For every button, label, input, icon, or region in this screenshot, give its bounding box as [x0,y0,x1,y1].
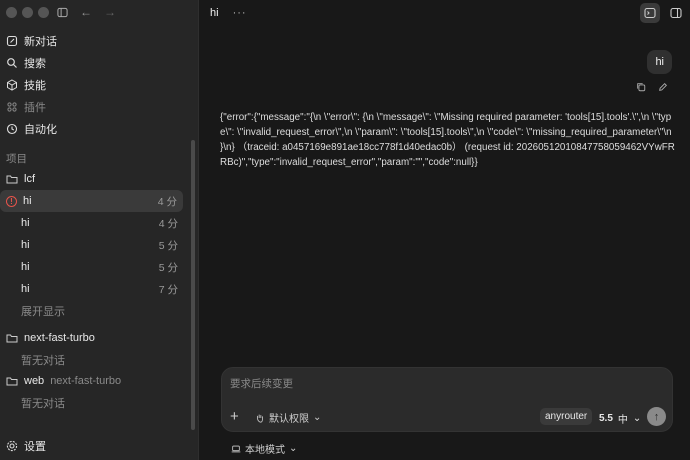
error-message: {"error":{"message":"{\n \"error\": {\n … [220,112,675,168]
thread-title: hi [21,217,30,229]
chevron-down-icon: ⌄ [313,412,322,423]
project-web-label: web [24,375,45,387]
edit-message-icon[interactable] [658,82,668,92]
project-web-subtitle: next-fast-turbo [50,375,122,387]
local-mode-dropdown[interactable]: 本地模式 ⌄ [231,441,297,456]
chat-title: hi [210,7,219,19]
nav-plugins[interactable]: 插件 [0,96,199,118]
thread-time: 5 分 [158,239,178,252]
cube-icon [7,79,17,91]
sidebar-toggle-icon[interactable] [54,4,70,20]
terminal-toggle-button[interactable] [640,3,660,23]
project-next-label: next-fast-turbo [24,332,95,344]
nav-search[interactable]: 搜索 [0,52,199,74]
thread-item[interactable]: hi 7 分 [0,278,199,300]
model-version: 5.5 [599,413,613,424]
composer-input[interactable]: 要求后续变更 [230,376,293,391]
empty-state: 暂无对话 [0,392,199,414]
chevron-down-icon: ⌄ [289,443,298,454]
thread-item[interactable]: hi 5 分 [0,256,199,278]
forward-arrow-icon[interactable]: → [102,4,118,20]
permission-label: 默认权限 [269,414,309,425]
thread-title: hi [23,195,32,207]
thread-time: 5 分 [158,261,178,274]
project-next-header[interactable]: next-fast-turbo [0,327,199,349]
projects-section-label: 项目 [6,153,27,165]
send-button[interactable]: ↑ [647,407,666,426]
project-next-fast-turbo: next-fast-turbo 暂无对话 [0,327,199,371]
nav-new-chat[interactable]: 新对话 [0,30,199,52]
settings-button[interactable]: 设置 [6,438,46,454]
grid-icon [7,102,17,112]
thread-title: hi [21,261,30,273]
nav-skills[interactable]: 技能 [0,74,199,96]
empty-label: 暂无对话 [21,398,65,410]
minimize-window-button[interactable] [22,7,33,18]
show-more-link[interactable]: 展开显示 [0,300,199,322]
show-more-label: 展开显示 [21,306,65,318]
nav-new-chat-label: 新对话 [24,36,57,48]
gear-icon [6,440,18,452]
hand-icon [257,414,263,423]
nav-search-label: 搜索 [24,58,46,70]
folder-icon [6,175,18,184]
nav-plugins-label: 插件 [24,102,46,114]
copy-icon[interactable] [636,82,646,92]
thread-time: 4 分 [157,195,177,208]
composer: 要求后续变更 + 默认权限 ⌄ anyrouter 5.5 中 ⌄ ↑ [221,367,673,432]
empty-state: 暂无对话 [0,349,199,371]
project-lcf-label: lcf [24,173,35,185]
terminal-icon [644,7,656,19]
header-actions [640,3,686,23]
model-version-dropdown[interactable]: 5.5 中 ⌄ [599,411,641,426]
edit-icon [6,35,18,47]
sidebar-toolbar: ← → [54,4,118,20]
sidebar-scrollbar[interactable] [191,140,195,430]
close-window-button[interactable] [6,7,17,18]
nav-automation[interactable]: 自动化 [0,118,199,140]
panel-icon [670,7,682,19]
chat-header: hi ··· [200,0,690,26]
folder-icon [6,334,18,343]
project-lcf-header[interactable]: lcf [0,168,199,190]
maximize-window-button[interactable] [38,7,49,18]
search-icon [7,58,17,68]
more-options-icon[interactable]: ··· [233,7,247,19]
clock-icon [6,123,18,135]
nav-automation-label: 自动化 [24,124,57,136]
panel-toggle-button[interactable] [666,3,686,23]
local-mode-label: 本地模式 [245,445,285,456]
nav-skills-label: 技能 [24,80,46,92]
project-web-header[interactable]: web next-fast-turbo [0,370,199,392]
sidebar-nav: 新对话 搜索 技能 插件 自动化 [0,30,199,140]
message-actions [636,82,668,92]
thread-title: hi [21,239,30,251]
thread-item[interactable]: ! hi 4 分 [0,190,183,212]
back-arrow-icon[interactable]: ← [78,4,94,20]
chevron-down-icon: ⌄ [632,413,642,424]
error-icon: ! [6,195,17,207]
main-panel: hi ··· hi {"error":{"message":"{\n \"err… [200,0,690,460]
thread-time: 7 分 [158,283,178,296]
arrow-up-icon: ↑ [653,410,660,423]
permission-dropdown[interactable]: 默认权限 ⌄ [255,410,321,425]
project-lcf: lcf ! hi 4 分 hi 4 分 hi 5 分 hi 5 分 hi 7 分… [0,168,199,322]
model-selector[interactable]: anyrouter [540,408,593,425]
thread-item[interactable]: hi 5 分 [0,234,199,256]
sidebar: ← → 新对话 搜索 技能 插件 自动化 项目 lcf ! hi 4 分 hi … [0,0,199,460]
project-web: web next-fast-turbo 暂无对话 [0,370,199,414]
thread-time: 4 分 [158,217,178,230]
attach-plus-icon[interactable]: + [230,408,239,425]
thread-item[interactable]: hi 4 分 [0,212,199,234]
effort-level: 中 [617,415,628,426]
folder-icon [6,377,18,386]
empty-label: 暂无对话 [21,355,65,367]
thread-title: hi [21,283,30,295]
user-message-bubble: hi [647,50,672,74]
window-controls [6,7,49,18]
laptop-icon [231,445,241,452]
settings-label: 设置 [24,441,46,453]
